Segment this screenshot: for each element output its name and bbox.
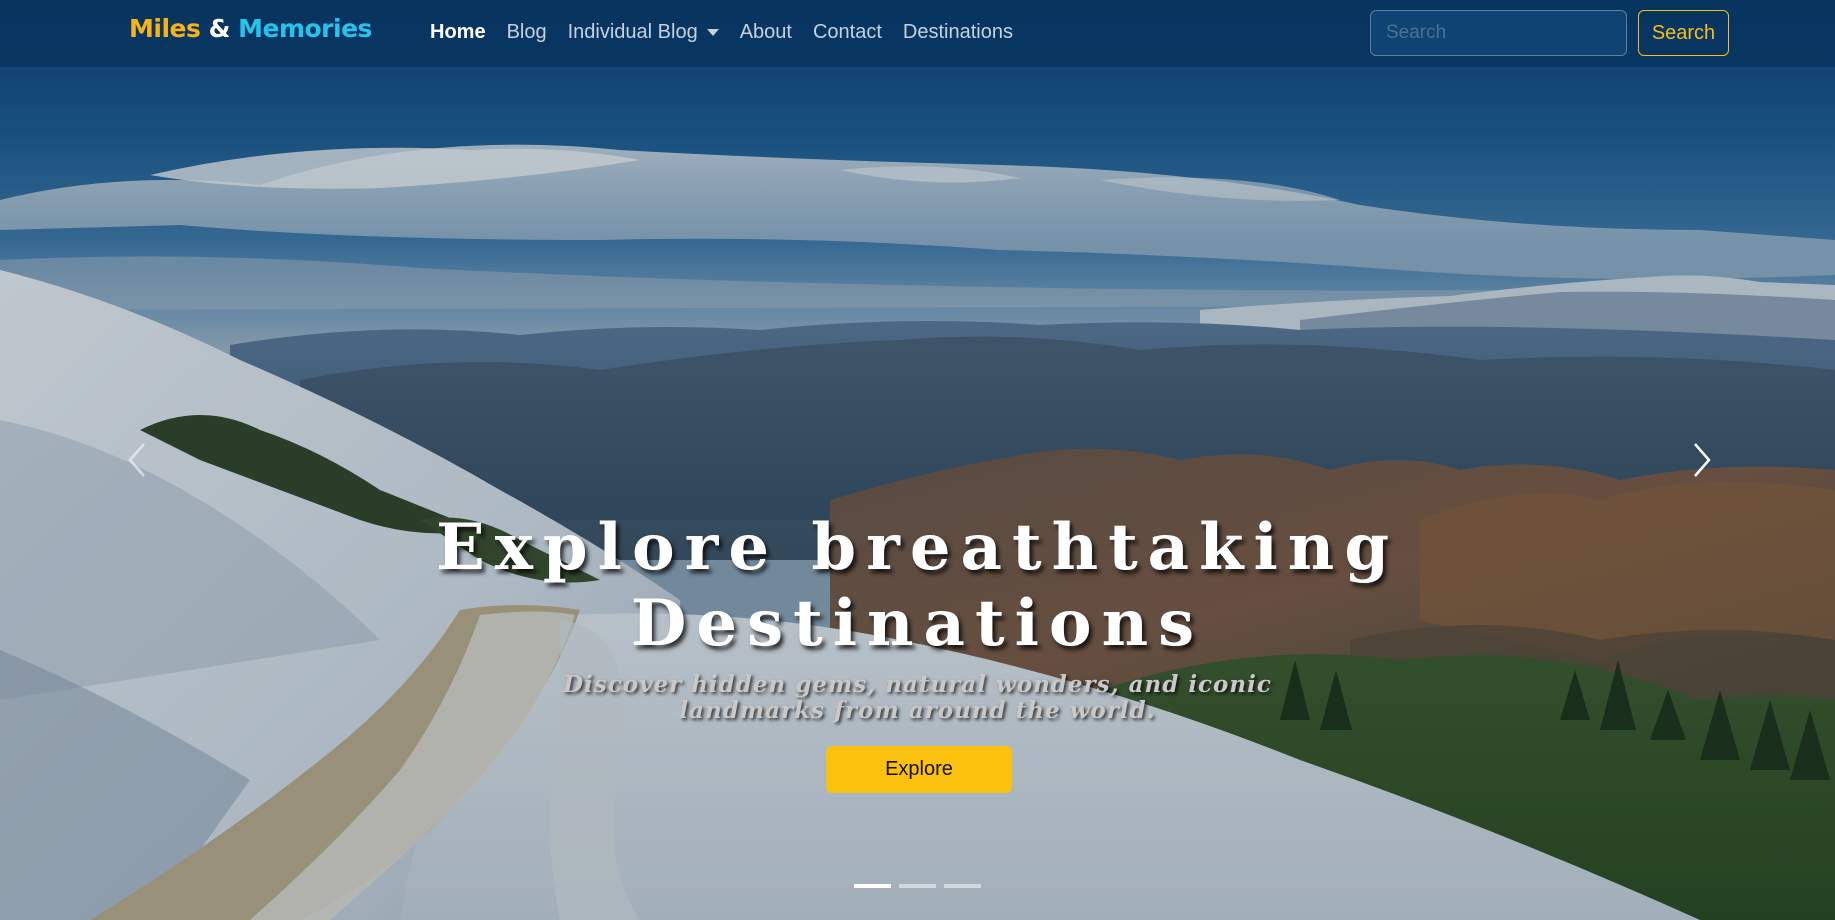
nav-item-contact[interactable]: Contact: [813, 21, 882, 44]
brand-word-memories: Memories: [238, 14, 372, 43]
hero-subline: Discover hidden gems, natural wonders, a…: [0, 672, 1835, 724]
top-navbar: Miles & Memories Home Blog Individual Bl…: [0, 0, 1835, 67]
carousel-prev-button[interactable]: [120, 440, 156, 480]
explore-button[interactable]: Explore: [826, 746, 1012, 793]
nav-item-destinations[interactable]: Destinations: [903, 21, 1013, 44]
nav-item-blog[interactable]: Blog: [507, 21, 547, 44]
nav-item-individual-blog-dropdown[interactable]: Individual Blog: [568, 21, 719, 44]
chevron-left-icon: [128, 443, 145, 477]
carousel-indicator-1[interactable]: [854, 884, 891, 888]
carousel-indicator-2[interactable]: [899, 884, 936, 888]
search-input[interactable]: [1370, 10, 1627, 56]
search-button[interactable]: Search: [1638, 10, 1729, 56]
hero-subline-line-2: landmarks from around the world.: [679, 697, 1156, 724]
brand-ampersand: &: [208, 14, 231, 43]
hero-headline: Explore breathtaking Destinations: [0, 510, 1835, 662]
chevron-right-icon: [1694, 443, 1711, 477]
hero-headline-line-2: Destinations: [630, 586, 1205, 661]
hero-subline-line-1: Discover hidden gems, natural wonders, a…: [563, 671, 1272, 698]
nav-item-home[interactable]: Home: [430, 21, 486, 44]
brand-logo[interactable]: Miles & Memories: [129, 14, 372, 43]
nav-item-about[interactable]: About: [740, 21, 792, 44]
hero-headline-line-1: Explore breathtaking: [435, 510, 1400, 585]
carousel-indicator-3[interactable]: [944, 884, 981, 888]
carousel-next-button[interactable]: [1683, 440, 1719, 480]
brand-word-miles: Miles: [129, 14, 201, 43]
nav-links: Home Blog Individual Blog About Contact …: [430, 21, 1034, 44]
carousel-indicators: [854, 884, 981, 888]
nav-item-individual-blog-label: Individual Blog: [567, 21, 698, 43]
caret-down-icon: [706, 29, 719, 36]
